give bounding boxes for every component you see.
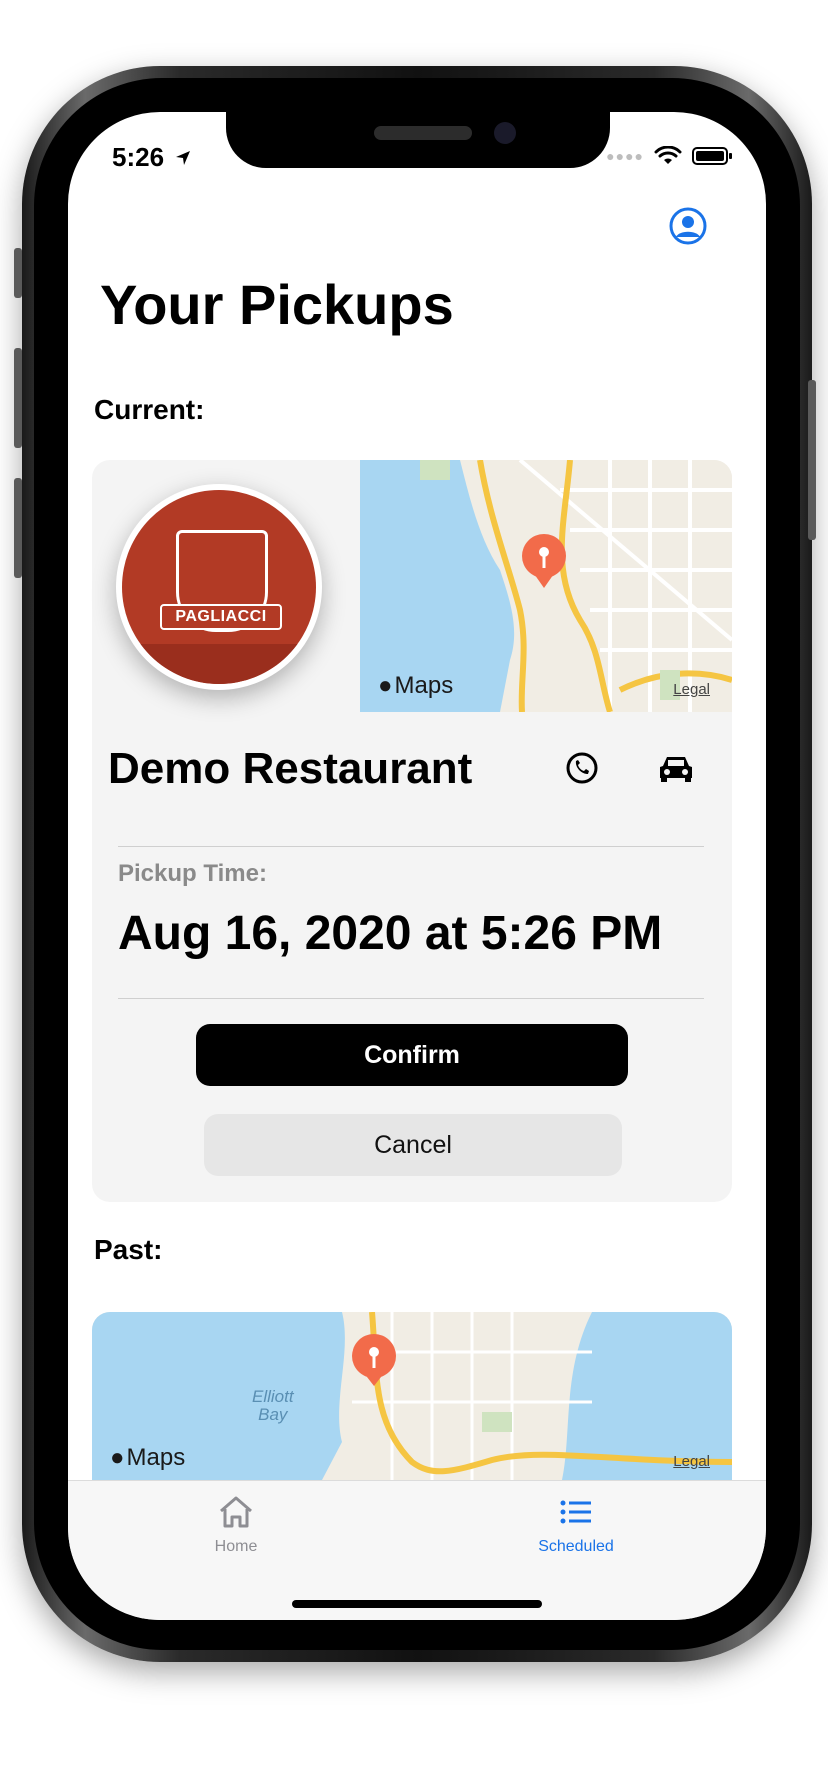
place-label-line-1: Elliott	[252, 1387, 294, 1406]
pickup-time-value: Aug 16, 2020 at 5:26 PM	[118, 907, 663, 960]
battery-icon	[692, 147, 732, 165]
tab-scheduled-label: Scheduled	[538, 1538, 614, 1555]
tab-home[interactable]: Home	[166, 1495, 306, 1556]
list-icon	[560, 1500, 591, 1524]
divider-bottom	[118, 998, 704, 999]
restaurant-name: Demo Restaurant	[108, 744, 473, 793]
power-button	[808, 380, 816, 540]
cellular-signal-icon: ●●●●	[606, 148, 644, 164]
location-arrow-icon	[176, 151, 191, 165]
apple-icon: ●	[378, 672, 393, 699]
past-map[interactable]: Elliott Bay ● Maps Legal	[92, 1312, 732, 1480]
past-maps-brand: ● Maps	[110, 1444, 185, 1472]
tab-bar: Home Scheduled	[68, 1480, 766, 1620]
volume-down-button	[14, 478, 22, 578]
maps-brand: ● Maps	[378, 672, 453, 700]
logo-text: PAGLIACCI	[160, 604, 282, 630]
logo-ribbon	[122, 644, 316, 684]
phone-mockup: 5:26 ●●●● Your Pickups Current: PAGLIACC…	[0, 0, 828, 1792]
speaker	[374, 126, 472, 140]
screen: 5:26 ●●●● Your Pickups Current: PAGLIACC…	[68, 112, 766, 1620]
car-icon[interactable]	[654, 746, 698, 790]
pagliacci-logo: PAGLIACCI	[122, 490, 316, 684]
current-map[interactable]: ● Maps Legal	[360, 460, 732, 712]
pickup-time-label: Pickup Time:	[118, 860, 267, 887]
house-icon	[220, 1496, 252, 1528]
volume-up-button	[14, 348, 22, 448]
notch	[226, 112, 610, 168]
past-map-place-label: Elliott Bay	[252, 1388, 294, 1424]
confirm-button[interactable]: Confirm	[196, 1024, 628, 1086]
tab-home-label: Home	[214, 1538, 258, 1555]
person-circle-icon[interactable]	[668, 206, 708, 251]
divider-top	[118, 846, 704, 847]
status-time: 5:26	[112, 142, 191, 173]
status-indicators: ●●●●	[606, 146, 734, 166]
page-title: Your Pickups	[100, 273, 454, 336]
current-pickup-card: PAGLIACCI ● Maps Legal Demo Restaurant P…	[92, 460, 732, 1202]
current-section-label: Current:	[94, 394, 205, 425]
tab-scheduled[interactable]: Scheduled	[506, 1495, 646, 1556]
cancel-button[interactable]: Cancel	[204, 1114, 622, 1176]
place-label-line-2: Bay	[258, 1405, 288, 1424]
apple-icon: ●	[110, 1444, 125, 1471]
past-maps-legal-link[interactable]: Legal	[673, 1453, 710, 1470]
past-section-label: Past:	[94, 1234, 163, 1265]
maps-brand-text: Maps	[394, 672, 454, 699]
phone-icon[interactable]	[560, 746, 604, 790]
past-maps-brand-text: Maps	[126, 1444, 186, 1471]
status-time-text: 5:26	[112, 142, 165, 172]
maps-legal-link[interactable]: Legal	[673, 681, 710, 698]
wifi-icon	[654, 146, 682, 164]
restaurant-logo: PAGLIACCI	[116, 484, 322, 690]
past-map-graphic	[92, 1312, 732, 1480]
mute-switch	[14, 248, 22, 298]
camera	[494, 122, 516, 144]
home-indicator[interactable]	[292, 1600, 542, 1608]
